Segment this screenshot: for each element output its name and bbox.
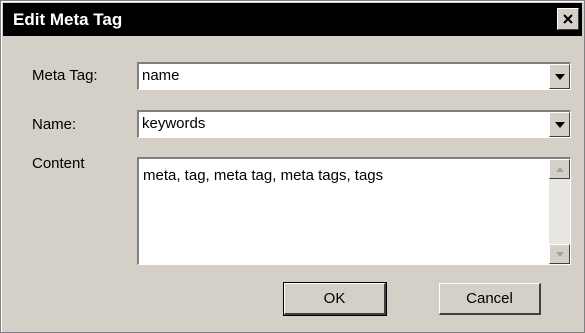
edit-meta-tag-dialog: Edit Meta Tag Meta Tag: name Name: keywo…: [0, 0, 585, 333]
scroll-down-button[interactable]: [549, 244, 570, 264]
chevron-down-icon: [554, 121, 565, 128]
close-button[interactable]: [557, 8, 579, 30]
meta-tag-combobox[interactable]: name: [137, 62, 571, 90]
content-label: Content: [32, 155, 85, 172]
scroll-down-icon: [555, 251, 564, 257]
scroll-up-button[interactable]: [549, 159, 570, 179]
name-dropdown-button[interactable]: [549, 112, 570, 137]
name-combobox[interactable]: keywords: [137, 110, 571, 138]
name-label: Name:: [32, 116, 77, 133]
meta-tag-dropdown-button[interactable]: [549, 64, 570, 89]
content-value: meta, tag, meta tag, meta tags, tags: [143, 167, 384, 184]
content-textarea[interactable]: meta, tag, meta tag, meta tags, tags: [137, 157, 571, 265]
ok-button[interactable]: OK: [283, 282, 387, 316]
scroll-up-icon: [555, 166, 564, 172]
cancel-button[interactable]: Cancel: [439, 283, 541, 315]
content-scrollbar[interactable]: [549, 159, 570, 264]
chevron-down-icon: [554, 73, 565, 80]
window-title: Edit Meta Tag: [13, 10, 123, 29]
name-value: keywords: [142, 115, 206, 132]
meta-tag-label: Meta Tag:: [32, 67, 98, 84]
meta-tag-value: name: [142, 67, 180, 84]
close-icon: [563, 14, 573, 24]
title-bar[interactable]: Edit Meta Tag: [3, 3, 582, 36]
